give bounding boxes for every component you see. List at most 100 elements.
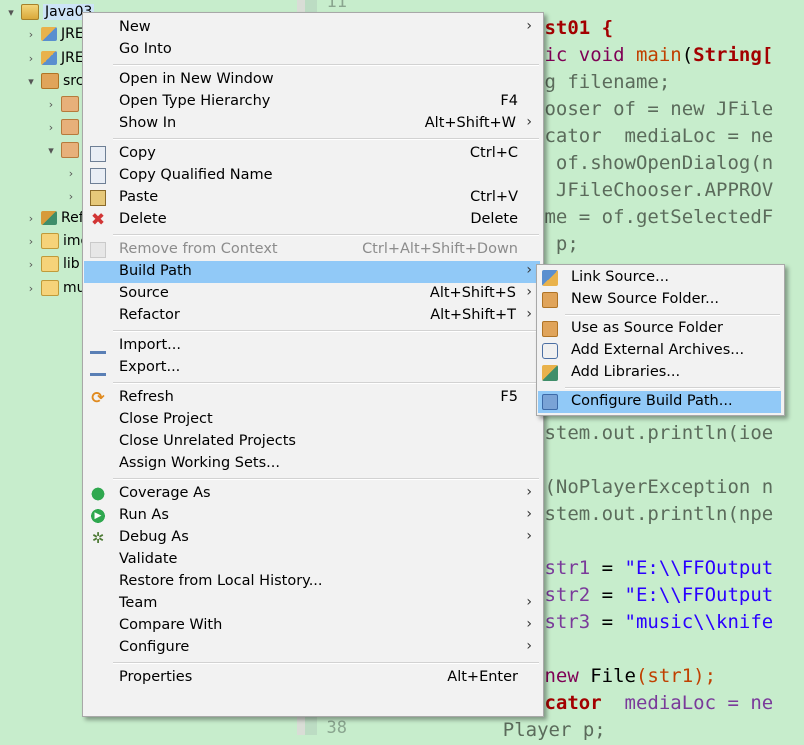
submenu-arrow-icon: ›: [526, 638, 532, 654]
package-icon: [61, 96, 79, 112]
expand-toggle-icon[interactable]: ›: [24, 212, 38, 225]
menu-team[interactable]: Team ›: [84, 593, 540, 615]
tree-item[interactable]: › lib: [24, 253, 80, 275]
copy-qualified-icon: [90, 168, 106, 184]
menu-item-label: Run As: [119, 507, 169, 523]
tree-item[interactable]: › img: [24, 230, 89, 252]
menu-restore-from-local-history[interactable]: Restore from Local History...: [84, 571, 540, 593]
code-token: ocator mediaLoc = ne: [533, 125, 774, 147]
tree-item[interactable]: ▾ Java03: [4, 1, 95, 23]
menu-item-shortcut: Ctrl+Alt+Shift+Down: [362, 241, 518, 257]
tree-item-label: Ref: [61, 210, 84, 226]
tree-item-label: src: [63, 73, 84, 89]
link-source-icon: [542, 270, 558, 286]
tree-item[interactable]: › JRE: [24, 23, 84, 45]
menu-item-label: Close Project: [119, 411, 213, 427]
menu-separator: [113, 478, 539, 480]
code-token: = JFileChooser.APPROV: [533, 179, 774, 201]
code-token: (NoPlayerException n: [533, 476, 774, 498]
menu-refactor[interactable]: Refactor Alt+Shift+T ›: [84, 305, 540, 327]
expand-toggle-icon[interactable]: ▾: [44, 144, 58, 157]
submenu-link-source[interactable]: Link Source...: [538, 267, 781, 289]
code-token: "E:\\FFOutput: [624, 557, 774, 579]
tree-item[interactable]: ›: [44, 93, 83, 115]
menu-go-into[interactable]: Go Into: [84, 39, 540, 61]
tree-item[interactable]: › mu: [24, 277, 86, 299]
menu-import[interactable]: Import...: [84, 335, 540, 357]
submenu-configure-build-path[interactable]: Configure Build Path...: [538, 391, 781, 413]
expand-toggle-icon[interactable]: ›: [24, 28, 38, 41]
menu-configure[interactable]: Configure ›: [84, 637, 540, 659]
menu-item-shortcut: Ctrl+C: [469, 145, 518, 161]
submenu-add-external-archives[interactable]: Add External Archives...: [538, 340, 781, 362]
code-token: ame = of.getSelectedF: [533, 206, 774, 228]
code-token: "music\\knife: [624, 611, 774, 633]
expand-toggle-icon[interactable]: ›: [64, 167, 78, 180]
menu-source[interactable]: Source Alt+Shift+S ›: [84, 283, 540, 305]
tree-item[interactable]: ▾: [44, 139, 83, 161]
menu-separator: [565, 387, 780, 389]
menu-paste[interactable]: Paste Ctrl+V: [84, 187, 540, 209]
submenu-arrow-icon: ›: [526, 284, 532, 300]
code-token: =: [590, 557, 625, 579]
tree-item[interactable]: ▾ src: [24, 70, 83, 92]
code-line: est01 {: [533, 17, 613, 43]
code-line: ame = of.getSelectedF: [533, 206, 773, 232]
code-token: =: [590, 584, 625, 606]
expand-toggle-icon[interactable]: ›: [24, 235, 38, 248]
menu-new[interactable]: New ›: [84, 17, 540, 39]
tree-item[interactable]: › JRE: [24, 47, 84, 69]
submenu-arrow-icon: ›: [526, 616, 532, 632]
expand-toggle-icon[interactable]: ›: [24, 52, 38, 65]
submenu-add-libraries[interactable]: Add Libraries...: [538, 362, 781, 384]
menu-debug-as[interactable]: ✲ Debug As ›: [84, 527, 540, 549]
menu-separator: [113, 138, 539, 140]
menu-coverage-as[interactable]: Coverage As ›: [84, 483, 540, 505]
expand-toggle-icon[interactable]: ›: [44, 121, 58, 134]
menu-item-shortcut: F5: [500, 389, 518, 405]
expand-toggle-icon[interactable]: ▾: [4, 6, 18, 19]
menu-close-unrelated-projects[interactable]: Close Unrelated Projects: [84, 431, 540, 453]
code-token: ystem.out.println(ioe: [533, 422, 774, 444]
menu-assign-working-sets[interactable]: Assign Working Sets...: [84, 453, 540, 475]
menu-open-type-hierarchy[interactable]: Open Type Hierarchy F4: [84, 91, 540, 113]
new-source-folder-icon: [542, 292, 558, 308]
export-icon: [90, 360, 106, 376]
code-line: =new File(str1);: [533, 665, 716, 691]
menu-refresh[interactable]: ⟳ Refresh F5: [84, 387, 540, 409]
menu-compare-with[interactable]: Compare With ›: [84, 615, 540, 637]
menu-copy[interactable]: Copy Ctrl+C: [84, 143, 540, 165]
menu-item-label: Refactor: [119, 307, 180, 323]
tree-item[interactable]: ›: [44, 116, 83, 138]
menu-build-path[interactable]: Build Path ›: [84, 261, 540, 283]
menu-show-in[interactable]: Show In Alt+Shift+W ›: [84, 113, 540, 135]
menu-remove-from-context[interactable]: Remove from Context Ctrl+Alt+Shift+Down: [84, 239, 540, 261]
menu-export[interactable]: Export...: [84, 357, 540, 379]
menu-delete[interactable]: ✖ Delete Delete: [84, 209, 540, 231]
tree-item[interactable]: ›: [64, 185, 78, 207]
menu-properties[interactable]: Properties Alt+Enter: [84, 667, 540, 689]
code-line: str3 = "music\\knife: [533, 611, 773, 637]
code-line: = JFileChooser.APPROV: [533, 179, 773, 205]
submenu-arrow-icon: ›: [526, 528, 532, 544]
submenu-arrow-icon: ›: [526, 306, 532, 322]
menu-copy-qualified-name[interactable]: Copy Qualified Name: [84, 165, 540, 187]
menu-validate[interactable]: Validate: [84, 549, 540, 571]
expand-toggle-icon[interactable]: ›: [64, 190, 78, 203]
menu-open-in-new-window[interactable]: Open in New Window: [84, 69, 540, 91]
expand-toggle-icon[interactable]: ›: [24, 282, 38, 295]
expand-toggle-icon[interactable]: ▾: [24, 75, 38, 88]
submenu-new-source-folder[interactable]: New Source Folder...: [538, 289, 781, 311]
menu-run-as[interactable]: ▶ Run As ›: [84, 505, 540, 527]
submenu-use-as-source-folder[interactable]: Use as Source Folder: [538, 318, 781, 340]
tree-item[interactable]: › Ref: [24, 207, 84, 229]
code-line: (NoPlayerException n: [533, 476, 773, 502]
expand-toggle-icon[interactable]: ›: [44, 98, 58, 111]
menu-item-label: Delete: [119, 211, 167, 227]
debug-icon: ✲: [91, 529, 105, 547]
code-token: Player p;: [457, 719, 606, 741]
code-line: Player p;: [457, 719, 606, 745]
menu-close-project[interactable]: Close Project: [84, 409, 540, 431]
expand-toggle-icon[interactable]: ›: [24, 258, 38, 271]
tree-item[interactable]: ›: [64, 162, 78, 184]
